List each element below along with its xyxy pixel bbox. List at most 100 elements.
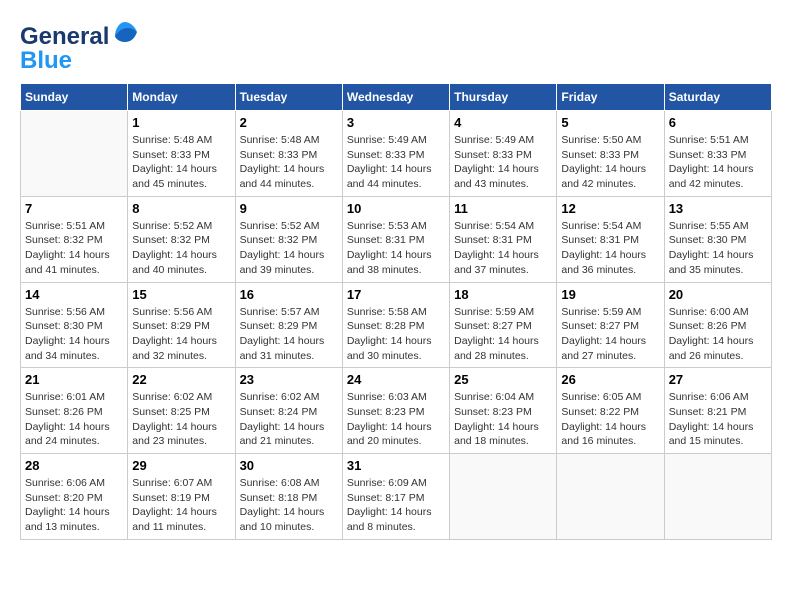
calendar-cell: 15 Sunrise: 5:56 AM Sunset: 8:29 PM Dayli… [128, 282, 235, 368]
calendar-cell: 2 Sunrise: 5:48 AM Sunset: 8:33 PM Daylig… [235, 111, 342, 197]
calendar-cell: 13 Sunrise: 5:55 AM Sunset: 8:30 PM Dayli… [664, 196, 771, 282]
page-header: General Blue [20, 20, 772, 73]
day-number: 7 [25, 201, 123, 216]
day-number: 15 [132, 287, 230, 302]
day-number: 23 [240, 372, 338, 387]
calendar-cell [557, 454, 664, 540]
calendar-cell: 30 Sunrise: 6:08 AM Sunset: 8:18 PM Dayli… [235, 454, 342, 540]
day-info: Sunrise: 5:54 AM Sunset: 8:31 PM Dayligh… [561, 219, 659, 278]
day-number: 11 [454, 201, 552, 216]
day-number: 14 [25, 287, 123, 302]
calendar-cell: 7 Sunrise: 5:51 AM Sunset: 8:32 PM Daylig… [21, 196, 128, 282]
day-number: 31 [347, 458, 445, 473]
logo: General Blue [20, 20, 139, 73]
day-info: Sunrise: 5:59 AM Sunset: 8:27 PM Dayligh… [454, 305, 552, 364]
day-number: 19 [561, 287, 659, 302]
day-number: 12 [561, 201, 659, 216]
calendar-cell: 1 Sunrise: 5:48 AM Sunset: 8:33 PM Daylig… [128, 111, 235, 197]
day-info: Sunrise: 5:49 AM Sunset: 8:33 PM Dayligh… [454, 133, 552, 192]
day-info: Sunrise: 5:53 AM Sunset: 8:31 PM Dayligh… [347, 219, 445, 278]
calendar-cell: 22 Sunrise: 6:02 AM Sunset: 8:25 PM Dayli… [128, 368, 235, 454]
weekday-header-tuesday: Tuesday [235, 84, 342, 111]
weekday-header-sunday: Sunday [21, 84, 128, 111]
day-number: 26 [561, 372, 659, 387]
day-number: 9 [240, 201, 338, 216]
calendar-cell: 5Sunrise: 5:50 AM Sunset: 8:33 PM Daylig… [557, 111, 664, 197]
day-number: 4 [454, 115, 552, 130]
day-info: Sunrise: 5:54 AM Sunset: 8:31 PM Dayligh… [454, 219, 552, 278]
day-info: Sunrise: 6:05 AM Sunset: 8:22 PM Dayligh… [561, 390, 659, 449]
day-number: 28 [25, 458, 123, 473]
calendar-cell: 23Sunrise: 6:02 AM Sunset: 8:24 PM Dayli… [235, 368, 342, 454]
calendar-week-2: 7 Sunrise: 5:51 AM Sunset: 8:32 PM Daylig… [21, 196, 772, 282]
day-info: Sunrise: 6:02 AM Sunset: 8:25 PM Dayligh… [132, 390, 230, 449]
calendar-cell: 9Sunrise: 5:52 AM Sunset: 8:32 PM Daylig… [235, 196, 342, 282]
calendar-week-1: 1 Sunrise: 5:48 AM Sunset: 8:33 PM Daylig… [21, 111, 772, 197]
calendar-cell: 3 Sunrise: 5:49 AM Sunset: 8:33 PM Daylig… [342, 111, 449, 197]
day-number: 6 [669, 115, 767, 130]
day-info: Sunrise: 6:08 AM Sunset: 8:18 PM Dayligh… [240, 476, 338, 535]
calendar-cell: 21Sunrise: 6:01 AM Sunset: 8:26 PM Dayli… [21, 368, 128, 454]
day-number: 3 [347, 115, 445, 130]
weekday-header-monday: Monday [128, 84, 235, 111]
calendar-cell: 26 Sunrise: 6:05 AM Sunset: 8:22 PM Dayli… [557, 368, 664, 454]
day-info: Sunrise: 6:00 AM Sunset: 8:26 PM Dayligh… [669, 305, 767, 364]
day-number: 29 [132, 458, 230, 473]
logo-blue: Blue [20, 49, 72, 73]
calendar-cell: 11 Sunrise: 5:54 AM Sunset: 8:31 PM Dayli… [450, 196, 557, 282]
day-number: 17 [347, 287, 445, 302]
calendar-cell: 14 Sunrise: 5:56 AM Sunset: 8:30 PM Dayli… [21, 282, 128, 368]
calendar-cell [664, 454, 771, 540]
day-info: Sunrise: 5:59 AM Sunset: 8:27 PM Dayligh… [561, 305, 659, 364]
day-number: 2 [240, 115, 338, 130]
calendar-cell: 6 Sunrise: 5:51 AM Sunset: 8:33 PM Daylig… [664, 111, 771, 197]
day-info: Sunrise: 5:52 AM Sunset: 8:32 PM Dayligh… [132, 219, 230, 278]
weekday-header-row: SundayMondayTuesdayWednesdayThursdayFrid… [21, 84, 772, 111]
day-info: Sunrise: 6:04 AM Sunset: 8:23 PM Dayligh… [454, 390, 552, 449]
day-info: Sunrise: 6:06 AM Sunset: 8:21 PM Dayligh… [669, 390, 767, 449]
calendar-week-5: 28 Sunrise: 6:06 AM Sunset: 8:20 PM Dayli… [21, 454, 772, 540]
calendar-cell: 18 Sunrise: 5:59 AM Sunset: 8:27 PM Dayli… [450, 282, 557, 368]
weekday-header-wednesday: Wednesday [342, 84, 449, 111]
calendar-cell: 24 Sunrise: 6:03 AM Sunset: 8:23 PM Dayli… [342, 368, 449, 454]
day-number: 13 [669, 201, 767, 216]
calendar-table: SundayMondayTuesdayWednesdayThursdayFrid… [20, 83, 772, 540]
day-number: 22 [132, 372, 230, 387]
day-number: 16 [240, 287, 338, 302]
calendar-cell [21, 111, 128, 197]
calendar-cell: 16 Sunrise: 5:57 AM Sunset: 8:29 PM Dayli… [235, 282, 342, 368]
calendar-week-4: 21Sunrise: 6:01 AM Sunset: 8:26 PM Dayli… [21, 368, 772, 454]
day-info: Sunrise: 5:56 AM Sunset: 8:30 PM Dayligh… [25, 305, 123, 364]
calendar-cell: 27 Sunrise: 6:06 AM Sunset: 8:21 PM Dayli… [664, 368, 771, 454]
calendar-cell: 20 Sunrise: 6:00 AM Sunset: 8:26 PM Dayli… [664, 282, 771, 368]
day-number: 27 [669, 372, 767, 387]
weekday-header-thursday: Thursday [450, 84, 557, 111]
day-number: 10 [347, 201, 445, 216]
calendar-cell: 29 Sunrise: 6:07 AM Sunset: 8:19 PM Dayli… [128, 454, 235, 540]
day-number: 30 [240, 458, 338, 473]
day-info: Sunrise: 6:03 AM Sunset: 8:23 PM Dayligh… [347, 390, 445, 449]
day-number: 20 [669, 287, 767, 302]
day-info: Sunrise: 5:55 AM Sunset: 8:30 PM Dayligh… [669, 219, 767, 278]
day-info: Sunrise: 6:07 AM Sunset: 8:19 PM Dayligh… [132, 476, 230, 535]
calendar-cell [450, 454, 557, 540]
day-info: Sunrise: 5:51 AM Sunset: 8:32 PM Dayligh… [25, 219, 123, 278]
day-number: 24 [347, 372, 445, 387]
day-info: Sunrise: 5:48 AM Sunset: 8:33 PM Dayligh… [240, 133, 338, 192]
day-number: 25 [454, 372, 552, 387]
day-info: Sunrise: 6:06 AM Sunset: 8:20 PM Dayligh… [25, 476, 123, 535]
calendar-cell: 12 Sunrise: 5:54 AM Sunset: 8:31 PM Dayli… [557, 196, 664, 282]
logo-general: General [20, 23, 109, 50]
day-info: Sunrise: 5:51 AM Sunset: 8:33 PM Dayligh… [669, 133, 767, 192]
day-info: Sunrise: 6:01 AM Sunset: 8:26 PM Dayligh… [25, 390, 123, 449]
day-number: 18 [454, 287, 552, 302]
day-info: Sunrise: 5:49 AM Sunset: 8:33 PM Dayligh… [347, 133, 445, 192]
calendar-cell: 28 Sunrise: 6:06 AM Sunset: 8:20 PM Dayli… [21, 454, 128, 540]
day-info: Sunrise: 5:57 AM Sunset: 8:29 PM Dayligh… [240, 305, 338, 364]
day-info: Sunrise: 5:48 AM Sunset: 8:33 PM Dayligh… [132, 133, 230, 192]
day-info: Sunrise: 6:09 AM Sunset: 8:17 PM Dayligh… [347, 476, 445, 535]
day-number: 1 [132, 115, 230, 130]
day-info: Sunrise: 5:56 AM Sunset: 8:29 PM Dayligh… [132, 305, 230, 364]
day-info: Sunrise: 5:58 AM Sunset: 8:28 PM Dayligh… [347, 305, 445, 364]
calendar-cell: 10 Sunrise: 5:53 AM Sunset: 8:31 PM Dayli… [342, 196, 449, 282]
